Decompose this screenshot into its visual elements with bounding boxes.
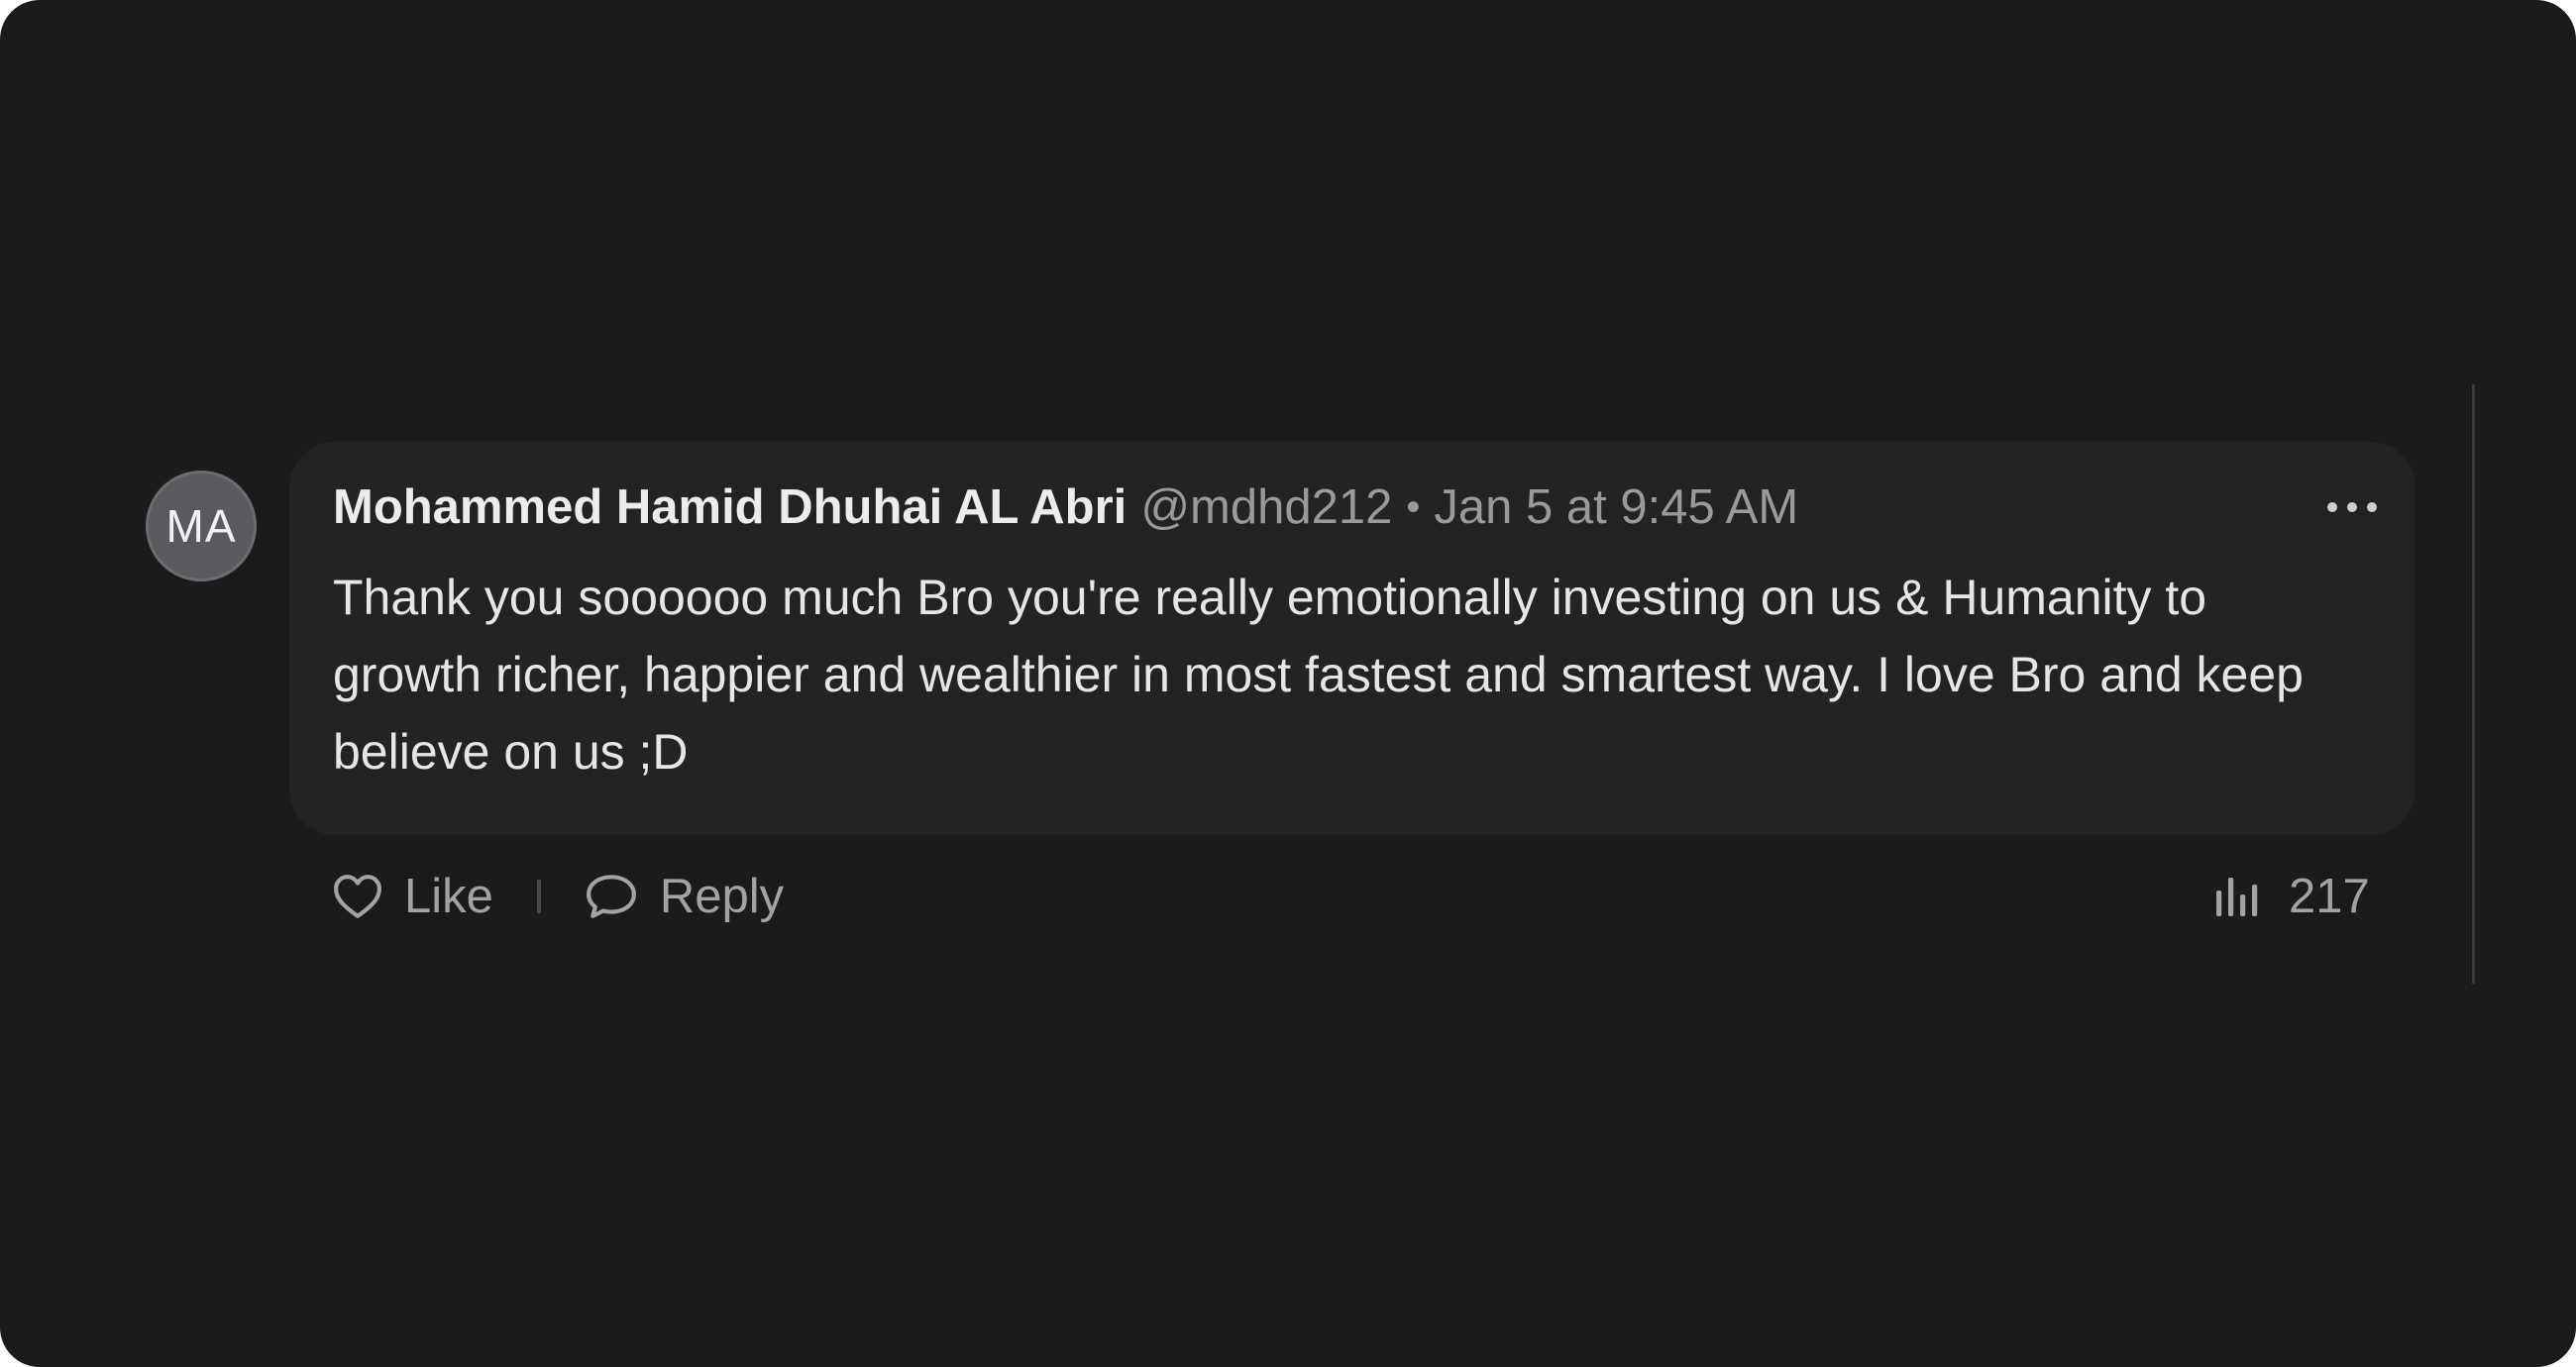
comment-timestamp[interactable]: Jan 5 at 9:45 AM: [1434, 479, 1798, 535]
avatar-initials: MA: [165, 500, 237, 552]
like-label: Like: [404, 870, 493, 923]
avatar[interactable]: MA: [146, 471, 257, 581]
heart-icon: [334, 875, 381, 918]
more-options-button[interactable]: [2322, 487, 2382, 527]
speech-bubble-icon: [586, 875, 636, 918]
reply-label: Reply: [659, 870, 785, 923]
header-separator: •: [1406, 484, 1421, 529]
author-name[interactable]: Mohammed Hamid Dhuhai AL Abri: [333, 479, 1127, 535]
comment-actions: Like Reply: [333, 862, 784, 931]
views-count-value: 217: [2289, 870, 2370, 923]
comment-bubble: Mohammed Hamid Dhuhai AL Abri @mdhd212 •…: [289, 442, 2415, 835]
bar-chart-icon: [2216, 878, 2258, 916]
actions-divider: [536, 880, 541, 913]
reply-button[interactable]: Reply: [585, 869, 784, 924]
comment-panel: MA Mohammed Hamid Dhuhai AL Abri @mdhd21…: [0, 0, 2576, 1367]
views-count: 217: [2213, 862, 2370, 931]
like-button[interactable]: Like: [333, 869, 493, 924]
more-horizontal-icon: [2327, 502, 2377, 512]
comment-header: Mohammed Hamid Dhuhai AL Abri @mdhd212 •…: [333, 477, 1798, 537]
thread-scroll-divider: [2472, 384, 2475, 984]
comment-body: Thank you soooooo much Bro you're really…: [333, 570, 2304, 780]
author-handle[interactable]: @mdhd212: [1140, 479, 1392, 535]
